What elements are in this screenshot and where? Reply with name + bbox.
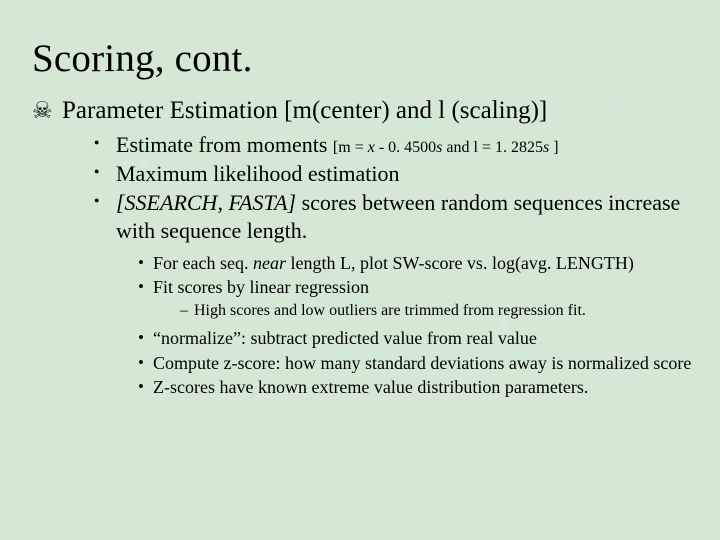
- heading-mid: (center) and: [312, 97, 438, 124]
- t-em: near: [253, 253, 286, 273]
- list-item: Compute z-score: how many standard devia…: [138, 352, 692, 375]
- t: =: [351, 139, 368, 156]
- mu-symbol: m: [292, 97, 311, 124]
- list-item: “normalize”: subtract predicted value fr…: [138, 327, 692, 350]
- list-item: Fit scores by linear regression: [138, 276, 692, 299]
- t: ]: [549, 139, 558, 156]
- list-item: Estimate from moments [m = x - 0. 4500s …: [94, 131, 692, 159]
- t: = 1. 2825: [478, 139, 543, 156]
- l1c-em: [SSEARCH, FASTA]: [116, 190, 296, 215]
- slide-title: Scoring, cont.: [32, 36, 692, 81]
- bullet-list-level1: Estimate from moments [m = x - 0. 4500s …: [94, 131, 692, 246]
- flourish-icon: ☠: [32, 98, 62, 124]
- list-item: [SSEARCH, FASTA] scores between random s…: [94, 189, 692, 245]
- bullet-list-level2b: “normalize”: subtract predicted value fr…: [138, 327, 692, 398]
- list-item: Z-scores have known extreme value distri…: [138, 376, 692, 399]
- heading-post: (scaling)]: [445, 97, 547, 124]
- t: and: [442, 139, 473, 156]
- t: length L, plot SW-score vs. log(avg. LEN…: [286, 253, 634, 273]
- t: For each seq.: [153, 253, 253, 273]
- l1a-formula: [m = x - 0. 4500s and l = 1. 2825s ]: [333, 139, 559, 156]
- bullet-list-level3: High scores and low outliers are trimmed…: [180, 301, 692, 322]
- list-item: For each seq. near length L, plot SW-sco…: [138, 252, 692, 275]
- list-item: High scores and low outliers are trimmed…: [180, 301, 692, 322]
- heading-text: Parameter Estimation [m(center) and l (s…: [62, 97, 547, 125]
- var-x: x: [368, 139, 375, 156]
- heading-line: ☠ Parameter Estimation [m(center) and l …: [32, 97, 692, 125]
- mu-symbol: m: [338, 139, 350, 156]
- slide: Scoring, cont. ☠ Parameter Estimation [m…: [0, 0, 720, 540]
- t: - 0. 4500: [375, 139, 436, 156]
- list-item: Maximum likelihood estimation: [94, 160, 692, 188]
- l1a-pre: Estimate from moments: [116, 132, 333, 157]
- bullet-list-level2a: For each seq. near length L, plot SW-sco…: [138, 252, 692, 299]
- heading-pre: Parameter Estimation [: [62, 97, 292, 124]
